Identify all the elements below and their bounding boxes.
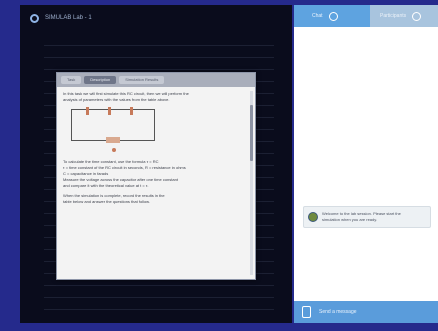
body-text-line: analysis of parameters with the values f… — [63, 97, 170, 102]
tab-chat-label: Chat — [312, 13, 323, 19]
dialog-body: In this task we will first simulate this… — [63, 91, 245, 275]
resistor-icon — [130, 107, 133, 115]
dialog-tab-bar: Task Description Simulation Results — [57, 73, 255, 87]
message-text: Welcome to the lab session. Please start… — [322, 211, 430, 223]
attachment-icon[interactable] — [302, 306, 311, 318]
tab-description[interactable]: Description — [84, 76, 117, 84]
people-icon — [412, 11, 422, 21]
resistor-icon — [108, 107, 111, 115]
tab-participants-label: Participants — [380, 13, 407, 19]
tab-participants[interactable]: Participants — [370, 5, 438, 27]
chat-pane: Chat Participants Welcome to the lab ses… — [294, 5, 438, 323]
chat-input-placeholder: Send a message — [319, 309, 357, 315]
chat-tab-bar: Chat Participants — [294, 5, 438, 27]
window-title: SIMULAB Lab - 1 — [45, 15, 92, 21]
task-dialog: Task Description Simulation Results In t… — [56, 72, 256, 280]
scrollbar-thumb[interactable] — [250, 105, 253, 161]
tab-simulation-results[interactable]: Simulation Results — [119, 76, 165, 84]
avatar — [308, 212, 318, 222]
app-logo-icon — [30, 13, 39, 23]
resistor-icon — [86, 107, 89, 115]
body-text-line: table below and answer the questions tha… — [63, 199, 150, 204]
circuit-diagram — [71, 107, 155, 152]
tab-task[interactable]: Task — [61, 76, 82, 84]
capacitor-icon — [106, 137, 120, 143]
tab-chat[interactable]: Chat — [294, 5, 370, 27]
chat-bubble-icon — [328, 11, 338, 21]
message-line: simulation when you are ready. — [322, 217, 378, 222]
ground-icon — [112, 148, 116, 152]
dialog-scrollbar[interactable] — [250, 91, 253, 275]
chat-message: Welcome to the lab session. Please start… — [303, 206, 431, 228]
title-bar: SIMULAB Lab - 1 — [20, 5, 292, 31]
line-gutter — [20, 45, 42, 315]
chat-input[interactable]: Send a message — [294, 301, 438, 323]
